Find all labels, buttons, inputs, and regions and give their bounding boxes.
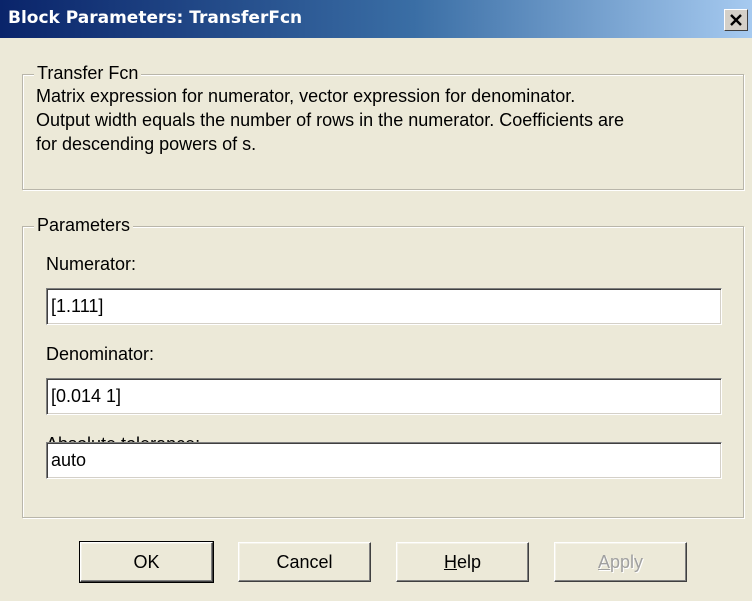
ok-button[interactable]: OK: [79, 541, 214, 583]
denominator-input[interactable]: [0.014 1]: [46, 378, 722, 415]
help-button-label: Help: [443, 551, 482, 572]
description-line: Matrix expression for numerator, vector …: [36, 86, 576, 106]
description-line: for descending powers of s.: [36, 134, 257, 154]
parameters-legend: Parameters: [34, 215, 134, 236]
numerator-input[interactable]: [1.111]: [46, 288, 722, 325]
title-bar: Block Parameters: TransferFcn: [0, 0, 752, 38]
denominator-label: Denominator:: [46, 344, 155, 364]
close-icon: [730, 14, 742, 26]
cancel-button[interactable]: Cancel: [238, 542, 371, 582]
help-button[interactable]: Help: [396, 542, 529, 582]
ok-button-label: OK: [133, 551, 160, 572]
apply-button-label: Apply: [597, 551, 644, 572]
transfer-fcn-description: Matrix expression for numerator, vector …: [36, 84, 742, 156]
numerator-label: Numerator:: [46, 254, 137, 274]
close-button[interactable]: [724, 9, 748, 31]
absolute-tolerance-input[interactable]: auto: [46, 442, 722, 479]
cancel-button-label: Cancel: [276, 551, 333, 572]
transfer-fcn-legend: Transfer Fcn: [34, 63, 142, 84]
window-title: Block Parameters: TransferFcn: [8, 8, 303, 28]
apply-button[interactable]: Apply: [554, 542, 687, 582]
description-line: Output width equals the number of rows i…: [36, 110, 624, 130]
